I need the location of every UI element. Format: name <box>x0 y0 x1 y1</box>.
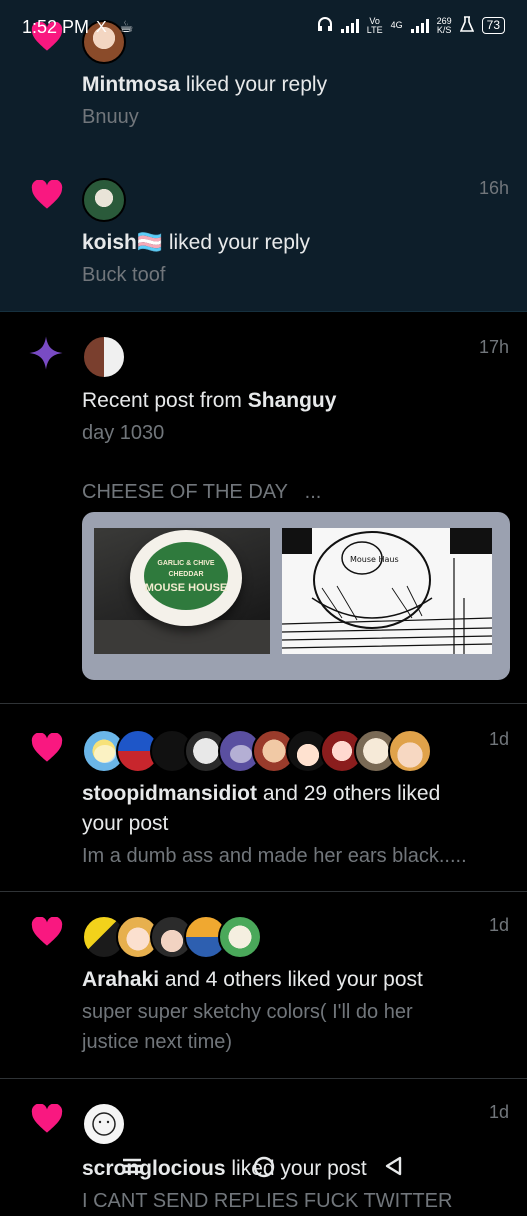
action-text: Recent post from <box>82 389 248 412</box>
action-text: liked your reply <box>163 231 311 254</box>
avatar[interactable] <box>82 178 126 222</box>
action-text-2: your post <box>82 812 169 835</box>
post-snippet-2: justice next time) <box>82 1031 233 1053</box>
avatar-group <box>82 335 126 379</box>
sketch-image[interactable]: Mouse Haus <box>281 528 493 654</box>
media-card[interactable]: GARLIC & CHIVE CHEDDAR MOUSE HOUSE Mouse… <box>82 512 510 680</box>
timestamp: 1d <box>488 915 509 935</box>
notification-text: koish🏳️‍⚧️ liked your reply <box>82 228 509 258</box>
action-text: and 4 others liked your post <box>159 968 423 991</box>
heart-icon <box>30 916 64 952</box>
avatar[interactable] <box>218 915 262 959</box>
net-speed-unit: K/S <box>436 24 452 35</box>
status-time: 1:52 PM <box>22 17 90 37</box>
notification-text: Recent post from Shanguy <box>82 386 509 416</box>
notification-text: Mintmosa liked your reply <box>82 70 509 100</box>
timestamp: 1d <box>488 729 509 749</box>
post-snippet: I CANT SEND REPLIES FUCK TWITTER <box>82 1190 453 1212</box>
actor-name[interactable]: Mintmosa <box>82 73 180 96</box>
actor-name[interactable]: Arahaki <box>82 968 159 991</box>
timestamp: 1d <box>488 1102 509 1122</box>
post-snippet: Bnuuy <box>82 106 139 128</box>
actor-name[interactable]: stoopidmansidiot <box>82 782 257 805</box>
notification-icons: X ☕ <box>96 19 138 36</box>
avatar-group <box>82 178 126 222</box>
heart-icon <box>30 732 64 768</box>
post-snippet: day 1030 <box>82 422 165 444</box>
heart-icon <box>30 1103 64 1139</box>
action-text: liked your reply <box>180 73 328 96</box>
cheese-photo[interactable]: GARLIC & CHIVE CHEDDAR MOUSE HOUSE <box>94 528 270 654</box>
flask-icon <box>459 16 474 35</box>
timestamp: 17h <box>478 337 509 357</box>
more-ellipsis[interactable]: ... <box>305 481 322 503</box>
avatar-group <box>82 729 432 773</box>
post-snippet: super super sketchy colors( I'll do her <box>82 1001 413 1023</box>
heart-icon <box>30 179 64 215</box>
cheese-label-top: GARLIC & CHIVE CHEDDAR <box>157 560 215 578</box>
avatar[interactable] <box>82 1102 126 1146</box>
volte-label: Vo LTE <box>366 15 383 35</box>
signal-icon-2 <box>410 18 429 33</box>
notification-item[interactable]: 16h koish🏳️‍⚧️ liked your reply Buck too… <box>0 150 527 312</box>
sketch-label: Mouse Haus <box>350 555 399 564</box>
system-nav-bar <box>0 1150 527 1190</box>
action-text: and 29 others liked <box>257 782 441 805</box>
avatar-group <box>82 915 262 959</box>
signal-icon-1 <box>340 18 359 33</box>
back-triangle-icon[interactable] <box>382 1154 406 1187</box>
network-type: 4G <box>390 20 403 30</box>
actor-name[interactable]: koish🏳️‍⚧️ <box>82 231 163 254</box>
post-snippet-2: CHEESE OF THE DAY ... <box>82 477 509 507</box>
avatar[interactable] <box>388 729 432 773</box>
post-snippet: Im a dumb ass and made her ears black...… <box>82 845 467 867</box>
status-bar: 1:52 PM X ☕ Vo LTE 4G 269 K/S 73 <box>0 0 527 56</box>
cheese-label-brand: MOUSE HOUSE <box>144 582 228 594</box>
status-right: Vo LTE 4G 269 K/S 73 <box>317 16 505 35</box>
avatar-group <box>82 1102 126 1146</box>
actor-name[interactable]: Shanguy <box>248 389 337 412</box>
sketch-drawing: Mouse Haus <box>281 528 493 654</box>
notification-text: Arahaki and 4 others liked your post <box>82 965 509 995</box>
notification-text: stoopidmansidiot and 29 others liked you… <box>82 779 509 839</box>
net-speed: 269 K/S <box>436 16 452 35</box>
sparkle-icon <box>28 335 64 376</box>
battery-indicator: 73 <box>481 17 505 34</box>
menu-icon[interactable] <box>120 1154 144 1187</box>
post-snippet-text: CHEESE OF THE DAY <box>82 481 288 503</box>
avatar[interactable] <box>82 335 126 379</box>
avatar-face-drawing <box>92 1112 116 1136</box>
timestamp: 16h <box>478 178 509 198</box>
post-snippet: Buck toof <box>82 264 166 286</box>
home-circle-icon[interactable] <box>251 1154 277 1189</box>
notification-item[interactable]: 1d stoopidmansidiot and 29 others liked … <box>0 703 527 892</box>
cheese-label: GARLIC & CHIVE CHEDDAR MOUSE HOUSE <box>144 542 228 610</box>
notification-item[interactable]: 1d Arahaki and 4 others liked your post … <box>0 891 527 1079</box>
headphones-icon <box>317 16 333 35</box>
